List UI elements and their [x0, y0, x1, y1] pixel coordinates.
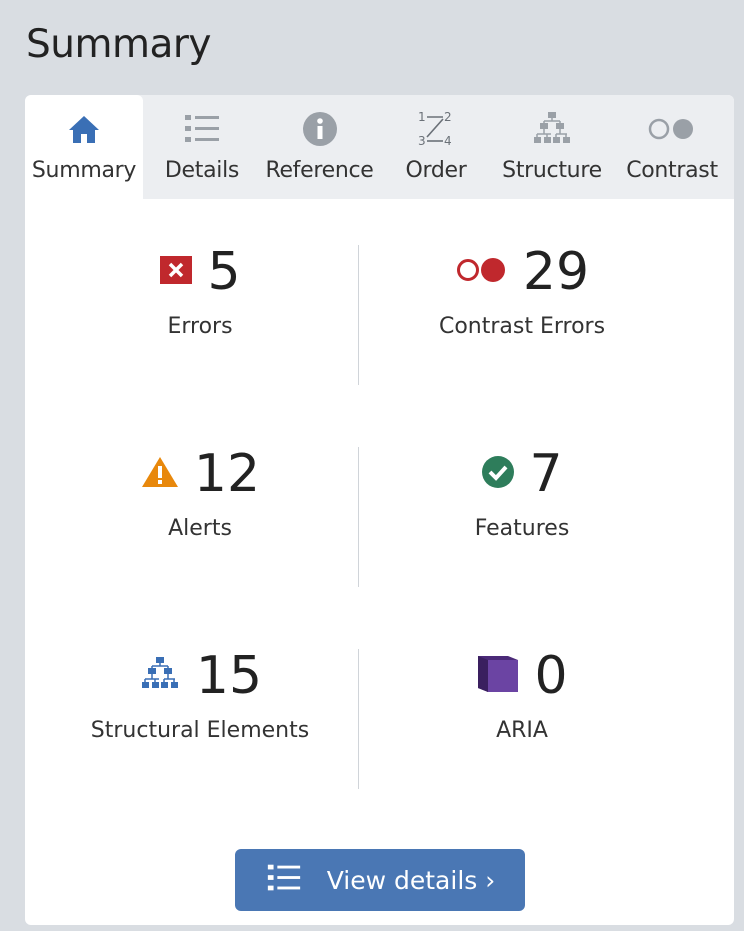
- tab-reference[interactable]: Reference: [261, 95, 378, 199]
- contrast-errors-count: 29: [522, 241, 590, 302]
- alert-icon: [140, 455, 180, 493]
- stat-structural-elements[interactable]: 15 Structural Elements: [35, 603, 365, 744]
- errors-label: Errors: [167, 314, 233, 339]
- contrast-icon: [646, 109, 698, 149]
- stat-aria[interactable]: 0 ARIA: [357, 603, 687, 743]
- structural-label: Structural Elements: [90, 718, 310, 743]
- tab-label: Structure: [502, 158, 602, 183]
- structure-icon: [138, 655, 182, 697]
- alerts-label: Alerts: [168, 516, 232, 541]
- aria-label: ARIA: [496, 718, 548, 743]
- view-details-button[interactable]: View details ›: [235, 849, 525, 911]
- tab-label: Contrast: [626, 158, 718, 183]
- tab-structure[interactable]: Structure: [494, 95, 610, 199]
- structural-count: 15: [195, 645, 263, 706]
- tab-bar: Summary Details Reference 1 2 3 4 Order Str…: [25, 95, 734, 199]
- svg-text:4: 4: [444, 134, 452, 148]
- tab-label: Reference: [265, 158, 374, 183]
- tab-contrast[interactable]: Contrast: [610, 95, 734, 199]
- features-count: 7: [529, 443, 563, 504]
- alerts-count: 12: [193, 443, 261, 504]
- svg-text:3: 3: [418, 134, 426, 148]
- app-title: Summary: [26, 22, 211, 67]
- tab-summary[interactable]: Summary: [25, 95, 143, 199]
- tab-label: Details: [164, 158, 240, 183]
- stat-alerts[interactable]: 12 Alerts: [35, 401, 365, 541]
- feature-icon: [481, 455, 515, 493]
- svg-text:1: 1: [418, 110, 426, 124]
- contrast-error-icon: [455, 256, 509, 288]
- features-label: Features: [474, 516, 570, 541]
- order-icon: 1 2 3 4: [416, 109, 456, 149]
- view-details-label: View details ›: [326, 865, 496, 895]
- contrast-errors-label: Contrast Errors: [438, 314, 606, 339]
- tab-details[interactable]: Details: [143, 95, 261, 199]
- home-icon: [67, 109, 101, 149]
- errors-count: 5: [207, 241, 241, 302]
- tab-label: Summary: [31, 158, 137, 183]
- tab-order[interactable]: 1 2 3 4 Order: [378, 95, 494, 199]
- summary-panel: Summary Details Reference 1234 Order Str…: [25, 95, 734, 925]
- aria-icon: [476, 652, 520, 700]
- svg-text:2: 2: [444, 110, 452, 124]
- tab-label: Order: [405, 158, 467, 183]
- structure-icon: [531, 109, 573, 149]
- stat-contrast-errors[interactable]: 29 Contrast Errors: [357, 199, 687, 340]
- info-icon: [302, 109, 338, 149]
- list-icon: [182, 109, 222, 149]
- stat-features[interactable]: 7 Features: [357, 401, 687, 542]
- stat-errors[interactable]: 5 Errors: [35, 199, 365, 339]
- error-icon: [159, 254, 193, 290]
- list-icon: [265, 861, 303, 899]
- aria-count: 0: [534, 645, 568, 706]
